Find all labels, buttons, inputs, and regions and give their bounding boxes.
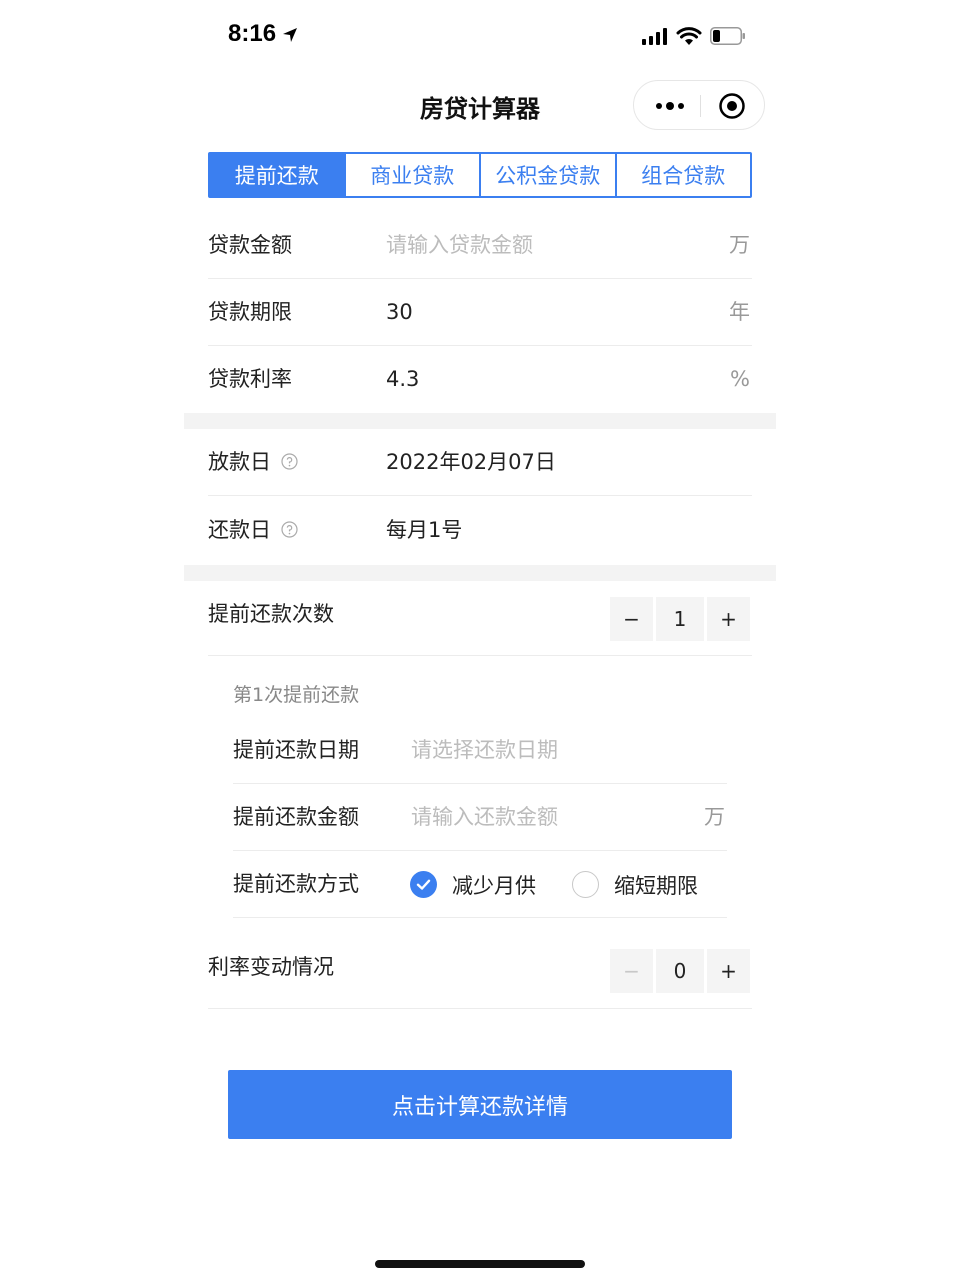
capsule-divider	[700, 95, 701, 117]
prepay-method-row: 提前还款方式 减少月供 缩短期限	[233, 851, 727, 918]
loan-amount-input[interactable]: 请输入贷款金额	[386, 212, 533, 279]
radio-empty-icon	[572, 871, 599, 898]
section-divider	[184, 413, 776, 429]
loan-amount-unit: 万	[729, 233, 750, 257]
prepay-method-label: 提前还款方式	[233, 872, 359, 896]
prepay-amount-row: 提前还款金额 请输入还款金额 万	[233, 784, 727, 851]
radio-label: 减少月供	[452, 873, 536, 898]
mini-program-capsule	[633, 80, 765, 130]
rate-change-value[interactable]: 0	[656, 949, 704, 993]
disburse-date-label: 放款日	[208, 429, 298, 496]
status-bar: 8:16	[0, 0, 960, 75]
more-icon[interactable]	[654, 94, 686, 118]
loan-term-unit: 年	[729, 300, 750, 324]
prepay-count-label: 提前还款次数	[208, 602, 334, 626]
prepay-count-value[interactable]: 1	[656, 597, 704, 641]
help-icon[interactable]	[281, 452, 298, 470]
loan-amount-row: 贷款金额 请输入贷款金额 万	[208, 212, 752, 279]
battery-icon	[710, 27, 745, 45]
loan-term-input[interactable]: 30	[386, 279, 413, 346]
prepay-1-title: 第1次提前还款	[233, 684, 360, 706]
prepay-count-stepper: − 1 +	[610, 597, 750, 641]
prepay-date-row: 提前还款日期 请选择还款日期	[233, 717, 727, 784]
close-mini-program-icon[interactable]	[718, 92, 746, 120]
radio-label: 缩短期限	[614, 873, 698, 898]
check-icon	[410, 871, 437, 898]
rate-change-row: 利率变动情况 − 0 +	[208, 934, 752, 1009]
prepay-date-label: 提前还款日期	[233, 738, 359, 762]
prepay-count-row: 提前还款次数 − 1 +	[208, 581, 752, 656]
page-title: 房贷计算器	[420, 95, 540, 123]
loan-rate-label: 贷款利率	[208, 367, 292, 391]
prepay-amount-input[interactable]: 请输入还款金额	[411, 784, 558, 851]
prepay-date-picker[interactable]: 请选择还款日期	[411, 717, 558, 784]
rate-change-increment-button[interactable]: +	[707, 949, 750, 993]
section-divider	[184, 565, 776, 581]
tab-provident-fund-loan[interactable]: 公积金贷款	[481, 154, 617, 196]
repay-day-value[interactable]: 每月1号	[386, 497, 462, 564]
cellular-signal-icon	[642, 28, 667, 45]
repay-day-row[interactable]: 还款日 每月1号	[208, 497, 752, 564]
tab-commercial-loan[interactable]: 商业贷款	[345, 154, 481, 196]
loan-amount-label: 贷款金额	[208, 233, 292, 257]
prepay-amount-label: 提前还款金额	[233, 805, 359, 829]
repay-day-label: 还款日	[208, 497, 298, 564]
location-arrow-icon	[283, 28, 297, 42]
nav-bar: 房贷计算器	[0, 75, 960, 135]
help-icon[interactable]	[281, 520, 298, 538]
prepay-count-decrement-button[interactable]: −	[610, 597, 653, 641]
loan-type-tabs: 提前还款 商业贷款 公积金贷款 组合贷款	[208, 152, 752, 198]
loan-rate-input[interactable]: 4.3	[386, 346, 419, 413]
status-time: 8:16	[228, 20, 277, 47]
radio-shorten-term[interactable]: 缩短期限	[572, 851, 698, 918]
loan-rate-unit: %	[730, 367, 750, 391]
prepay-amount-unit: 万	[704, 805, 725, 829]
radio-reduce-monthly-payment[interactable]: 减少月供	[410, 851, 536, 918]
loan-rate-row: 贷款利率 4.3 %	[208, 346, 752, 413]
tab-combined-loan[interactable]: 组合贷款	[616, 154, 750, 196]
disburse-date-value[interactable]: 2022年02月07日	[386, 429, 556, 496]
loan-term-label: 贷款期限	[208, 300, 292, 324]
prepay-count-increment-button[interactable]: +	[707, 597, 750, 641]
loan-term-row: 贷款期限 30 年	[208, 279, 752, 346]
home-indicator	[375, 1260, 585, 1268]
rate-change-label: 利率变动情况	[208, 955, 334, 979]
rate-change-decrement-button[interactable]: −	[610, 949, 653, 993]
disburse-date-row[interactable]: 放款日 2022年02月07日	[208, 429, 752, 496]
rate-change-stepper: − 0 +	[610, 949, 750, 993]
calculate-button[interactable]: 点击计算还款详情	[228, 1070, 732, 1139]
wifi-icon	[676, 27, 702, 45]
tab-prepayment[interactable]: 提前还款	[210, 154, 346, 196]
